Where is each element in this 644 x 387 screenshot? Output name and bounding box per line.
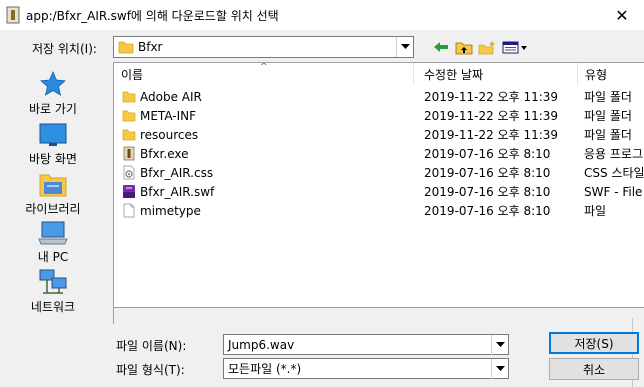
list-item[interactable]: Bfxr_AIR.css 2019-07-16 오후 8:10 CSS 스타일 (114, 163, 644, 182)
css-icon (123, 165, 135, 180)
filetype-value: 모든파일 (*.*) (228, 362, 302, 376)
up-folder-button[interactable] (453, 37, 475, 57)
file-date: 2019-07-16 오후 8:10 (424, 147, 551, 161)
back-button[interactable] (430, 37, 452, 57)
file-name: Bfxr_AIR.css (140, 165, 214, 180)
folder-up-icon (455, 42, 473, 54)
file-type: SWF - File (584, 184, 643, 199)
sort-ascending-icon: ^ (260, 62, 268, 72)
view-list-icon (502, 41, 527, 53)
file-icon (123, 203, 135, 218)
place-label: 내 PC (37, 250, 69, 264)
column-name-label: 이름 (121, 67, 144, 82)
file-name: Adobe AIR (140, 89, 202, 104)
folder-icon (122, 129, 136, 141)
list-item[interactable]: mimetype 2019-07-16 오후 8:10 파일 (114, 201, 644, 220)
filetype-label: 파일 형식(T): (116, 363, 185, 377)
save-in-label: 저장 위치(I): (32, 42, 97, 56)
folder-icon (122, 91, 136, 103)
title-bar[interactable]: app:/Bfxr_AIR.swf에 의해 다운로드할 위치 선택 ✕ (0, 0, 644, 30)
arrow-left-icon (434, 42, 448, 52)
column-type[interactable]: 유형 (578, 63, 644, 85)
new-folder-icon (478, 40, 495, 54)
place-label: 라이브러리 (25, 202, 81, 216)
place-network[interactable]: 네트워크 (0, 268, 106, 315)
list-item[interactable]: resources 2019-11-22 오후 11:39 파일 폴더 (114, 125, 644, 144)
file-date: 2019-11-22 오후 11:39 (424, 90, 559, 104)
column-date-label: 수정한 날짜 (424, 67, 484, 82)
column-type-label: 유형 (585, 67, 608, 82)
save-button[interactable]: 저장(S) (549, 332, 639, 354)
computer-icon (38, 221, 68, 245)
desktop-icon (39, 123, 67, 146)
file-date: 2019-07-16 오후 8:10 (424, 166, 551, 180)
filename-label: 파일 이름(N): (116, 339, 187, 353)
file-type: 파일 폴더 (584, 109, 632, 123)
places-bar: 바로 가기 바탕 화면 라이브러리 내 PC 네트워크 (0, 62, 106, 324)
file-type: 파일 폴더 (584, 90, 632, 104)
exe-icon (123, 146, 135, 161)
list-item[interactable]: META-INF 2019-11-22 오후 11:39 파일 폴더 (114, 106, 644, 125)
star-icon (40, 71, 66, 96)
window-title: app:/Bfxr_AIR.swf에 의해 다운로드할 위치 선택 (26, 8, 279, 23)
list-item[interactable]: Adobe AIR 2019-11-22 오후 11:39 파일 폴더 (114, 87, 644, 106)
place-this-pc[interactable]: 내 PC (0, 220, 106, 265)
place-quick-access[interactable]: 바로 가기 (0, 70, 106, 117)
file-name: META-INF (140, 108, 197, 123)
filetype-dropdown[interactable]: 모든파일 (*.*) (223, 358, 509, 379)
file-type: CSS 스타일 (584, 166, 644, 180)
horizontal-scrollbar[interactable] (113, 308, 644, 324)
new-folder-button[interactable] (476, 37, 498, 57)
list-item[interactable]: Bfxr.exe 2019-07-16 오후 8:10 응용 프로그램 (114, 144, 644, 163)
file-type: 파일 (584, 204, 607, 218)
column-name[interactable]: 이름 ^ (114, 63, 414, 85)
list-item[interactable]: Bfxr_AIR.swf 2019-07-16 오후 8:10 SWF - Fi… (114, 182, 644, 201)
library-icon (39, 174, 67, 197)
close-icon: ✕ (615, 5, 629, 25)
file-name: mimetype (140, 203, 201, 218)
place-libraries[interactable]: 라이브러리 (0, 170, 106, 217)
place-label: 바로 가기 (29, 102, 77, 116)
file-name: Bfxr_AIR.swf (140, 184, 215, 199)
file-date: 2019-07-16 오후 8:10 (424, 185, 551, 199)
save-dialog: app:/Bfxr_AIR.swf에 의해 다운로드할 위치 선택 ✕ 저장 위… (0, 0, 644, 387)
filename-field[interactable]: Jump6.wav (223, 334, 509, 355)
file-rows: Adobe AIR 2019-11-22 오후 11:39 파일 폴더 META… (114, 87, 644, 220)
view-menu-button[interactable] (501, 37, 529, 57)
file-type: 응용 프로그램 (584, 147, 644, 161)
file-name: Bfxr.exe (140, 146, 189, 161)
swf-icon (123, 185, 135, 198)
app-icon (6, 6, 20, 24)
filename-value[interactable]: Jump6.wav (224, 338, 491, 352)
column-header: 이름 ^ 수정한 날짜 유형 (114, 63, 644, 85)
chevron-down-icon[interactable] (396, 37, 413, 57)
save-in-value: Bfxr (138, 40, 163, 54)
place-label: 바탕 화면 (29, 152, 77, 166)
chevron-down-icon[interactable] (491, 358, 508, 379)
place-label: 네트워크 (30, 300, 76, 314)
chevron-down-icon[interactable] (491, 334, 508, 355)
save-in-dropdown[interactable]: Bfxr (113, 36, 414, 58)
file-date: 2019-11-22 오후 11:39 (424, 128, 559, 142)
file-list[interactable]: 이름 ^ 수정한 날짜 유형 Adobe AIR 2019-11-22 오후 1… (113, 62, 644, 308)
place-desktop[interactable]: 바탕 화면 (0, 122, 106, 167)
column-date[interactable]: 수정한 날짜 (414, 63, 578, 85)
folder-icon (122, 110, 136, 122)
folder-icon (118, 41, 134, 54)
file-date: 2019-11-22 오후 11:39 (424, 109, 559, 123)
close-button[interactable]: ✕ (600, 0, 644, 30)
cancel-button[interactable]: 취소 (549, 358, 639, 380)
network-icon (39, 269, 67, 294)
file-name: resources (140, 127, 199, 142)
file-type: 파일 폴더 (584, 128, 632, 142)
file-date: 2019-07-16 오후 8:10 (424, 204, 551, 218)
